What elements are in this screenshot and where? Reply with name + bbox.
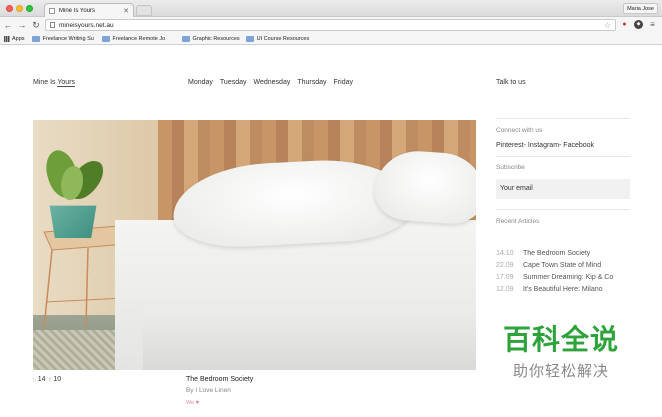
site-logo[interactable]: Mine Is Yours xyxy=(33,79,76,87)
bookmark-apps[interactable]: Apps xyxy=(4,35,25,42)
bookmark-freelance-writing[interactable]: Freelance Writing Su xyxy=(31,35,97,42)
tab-title: Mine Is Yours xyxy=(59,7,96,14)
browser-tab-active[interactable]: Mine Is Yours ✕ xyxy=(44,3,134,17)
close-window-button[interactable] xyxy=(6,5,13,12)
bed-sheet xyxy=(143,310,476,370)
comment-count: 14 xyxy=(37,376,46,383)
recent-title[interactable]: Cape Town State of Mind xyxy=(523,262,601,269)
recent-article-item[interactable]: 12.09 It's Beautiful Here: Milano xyxy=(496,283,630,295)
divider xyxy=(496,209,630,210)
watermark-overlay: 百科全说 助你轻松解决 xyxy=(486,314,636,389)
talk-to-us-link[interactable]: Talk to us xyxy=(496,79,526,86)
maximize-window-button[interactable] xyxy=(26,5,33,12)
apps-grid-icon xyxy=(4,35,10,42)
article-we-love[interactable]: We ♥ xyxy=(186,400,199,406)
sidebar: Connect with us Pinterest- Instagram- Fa… xyxy=(496,118,630,295)
connect-heading: Connect with us xyxy=(496,127,543,134)
social-links[interactable]: Pinterest- Instagram- Facebook xyxy=(496,142,630,149)
divider xyxy=(496,156,630,157)
window-titlebar: Mine Is Yours ✕ Maria Jose xyxy=(0,0,662,17)
watermark-sub-text: 助你轻松解决 xyxy=(512,362,609,380)
recent-title[interactable]: Summer Dreaming: Kip & Co xyxy=(523,274,613,281)
logo-underlined: Yours xyxy=(57,79,76,87)
star-icon[interactable]: ☆ xyxy=(604,21,611,30)
extension-shield-icon[interactable]: ◆ xyxy=(634,20,643,29)
logo-prefix: Mine Is xyxy=(33,79,58,86)
close-icon[interactable]: ✕ xyxy=(123,7,129,15)
reload-icon[interactable]: ↻ xyxy=(30,19,42,31)
divider xyxy=(496,118,630,119)
folder-icon xyxy=(31,35,40,42)
nav-monday[interactable]: Monday xyxy=(188,79,213,86)
recent-title[interactable]: The Bedroom Society xyxy=(523,250,590,257)
email-input[interactable]: Your email xyxy=(496,179,630,199)
recent-articles-heading: Recent Articles xyxy=(496,218,540,225)
minimize-window-button[interactable] xyxy=(16,5,23,12)
page-icon xyxy=(50,22,55,28)
new-tab-button[interactable] xyxy=(136,5,152,16)
extension-turtle-icon[interactable]: ● xyxy=(620,20,629,29)
recent-date: 14.10 xyxy=(496,249,514,257)
bookmark-freelance-remote[interactable]: Freelance Remote Jo xyxy=(101,35,176,42)
bookmark-label: UI Course Resources xyxy=(256,35,310,42)
hero-image[interactable] xyxy=(33,120,476,370)
bookmark-label: Graphic Resources xyxy=(192,35,240,42)
article-stats: ▯ 14 ▯ 10 xyxy=(33,376,61,383)
menu-icon[interactable]: ≡ xyxy=(648,20,657,29)
bookmark-ui-course[interactable]: UI Course Resources xyxy=(245,35,310,42)
folder-icon xyxy=(181,35,190,42)
address-bar[interactable]: mineisyours.net.au ☆ xyxy=(45,19,616,31)
recent-date: 12.09 xyxy=(496,285,514,293)
forward-arrow-icon[interactable]: → xyxy=(16,19,28,31)
site-nav: Monday Tuesday Wednesday Thursday Friday xyxy=(188,79,360,86)
recent-article-item[interactable]: 17.09 Summer Dreaming: Kip & Co xyxy=(496,271,630,283)
bookmark-label: Freelance Writing Su xyxy=(42,35,94,42)
nav-tuesday[interactable]: Tuesday xyxy=(220,79,247,86)
web-page: Mine Is Yours Monday Tuesday Wednesday T… xyxy=(0,46,662,417)
folder-icon xyxy=(101,35,110,42)
hero-rug xyxy=(33,330,128,370)
article-title[interactable]: The Bedroom Society xyxy=(186,376,253,383)
back-arrow-icon[interactable]: ← xyxy=(2,19,14,31)
nav-wednesday[interactable]: Wednesday xyxy=(254,79,291,86)
recent-article-item[interactable]: 22.09 Cape Town State of Mind xyxy=(496,259,630,271)
bookmark-label: Apps xyxy=(12,35,25,42)
article-byline: By I Love Linen xyxy=(186,387,231,394)
recent-date: 22.09 xyxy=(496,261,514,269)
bookmark-label: Freelance Remote Jo xyxy=(112,35,166,42)
we-label: We xyxy=(186,400,195,406)
plant-pot xyxy=(49,205,97,238)
nav-thursday[interactable]: Thursday xyxy=(297,79,326,86)
recent-title[interactable]: It's Beautiful Here: Milano xyxy=(523,286,603,293)
like-icon: ▯ xyxy=(48,376,52,383)
like-count: 10 xyxy=(53,376,62,383)
recent-article-item[interactable]: 14.10 The Bedroom Society xyxy=(496,247,630,259)
watermark-main-text: 百科全说 xyxy=(502,323,619,356)
recent-date: 17.09 xyxy=(496,273,514,281)
browser-toolbar: ← → ↻ mineisyours.net.au ☆ ● ◆ ≡ xyxy=(0,17,662,33)
bookmark-graphic-resources[interactable]: Graphic Resources xyxy=(181,35,240,42)
subscribe-heading: Subscribe xyxy=(496,164,525,171)
heart-icon: ♥ xyxy=(195,400,199,406)
user-profile-button[interactable]: Maria Jose xyxy=(623,3,658,14)
url-text[interactable]: mineisyours.net.au xyxy=(59,22,604,29)
folder-icon xyxy=(245,35,254,42)
bookmarks-bar: Apps Freelance Writing Su Freelance Remo… xyxy=(0,33,662,45)
page-favicon-icon xyxy=(49,7,55,14)
comment-icon: ▯ xyxy=(33,376,36,383)
nav-friday[interactable]: Friday xyxy=(334,79,353,86)
